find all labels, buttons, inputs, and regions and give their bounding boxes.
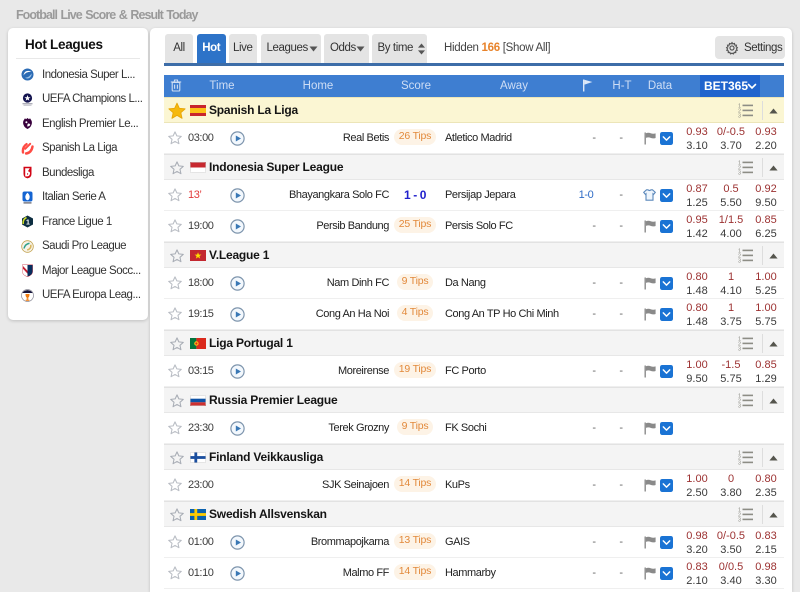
svg-text:3: 3 — [738, 170, 741, 175]
svg-text:3: 3 — [738, 113, 741, 118]
svg-text:3: 3 — [738, 258, 741, 263]
svg-text:3: 3 — [738, 460, 741, 465]
svg-text:1: 1 — [26, 220, 30, 227]
svg-text:3: 3 — [738, 346, 741, 351]
svg-text:3: 3 — [738, 517, 741, 522]
svg-text:3: 3 — [738, 403, 741, 408]
